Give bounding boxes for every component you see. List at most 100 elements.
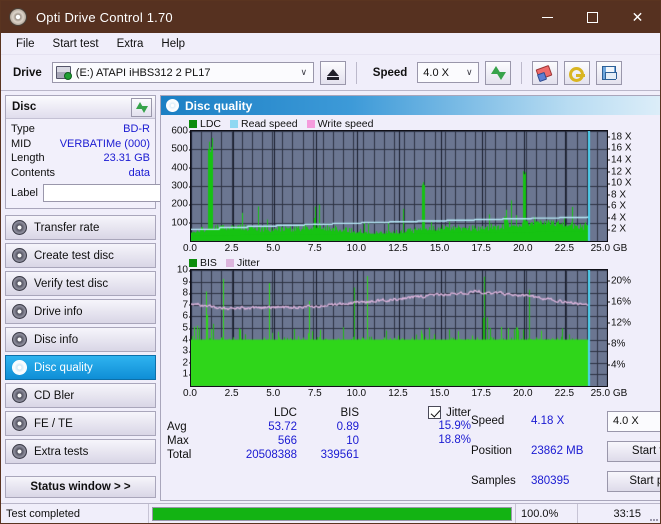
eject-icon xyxy=(326,69,339,80)
legend-item-write-speed: Write speed xyxy=(306,118,374,130)
progress-fill xyxy=(153,507,511,520)
speed-select[interactable]: 4.0 X ∨ xyxy=(417,62,480,83)
drive-label: Drive xyxy=(13,66,42,79)
run-speed-value: 4.0 X xyxy=(613,415,639,427)
bis-y-axis-left: 1 2 3 4 5 6 7 8 9 10 xyxy=(164,265,193,385)
drive-select[interactable]: (E:) ATAPI iHBS312 2 PL17 ∨ xyxy=(51,62,314,83)
disc-driveinfo-icon xyxy=(12,304,27,319)
main-panel: Disc quality LDC Read speed Write speed … xyxy=(159,91,660,501)
x-tick-label: 0.0 xyxy=(183,243,197,254)
sidebar-item-label: Disc info xyxy=(34,333,79,346)
legend-label: Read speed xyxy=(241,117,298,130)
jitter-checkbox[interactable] xyxy=(428,406,442,419)
key-button[interactable] xyxy=(564,60,591,85)
sidebar-item-extra-tests[interactable]: Extra tests xyxy=(5,439,156,464)
speed-select-value: 4.0 X xyxy=(423,66,449,79)
sidebar-item-label: Disc quality xyxy=(34,361,93,374)
status-window-button[interactable]: Status window > > xyxy=(5,476,156,498)
ldc-chart-legend: LDC Read speed Write speed xyxy=(164,117,660,130)
y2-tick-label: 10 X xyxy=(607,177,632,189)
sidebar-item-transfer-rate[interactable]: Transfer rate xyxy=(5,215,156,240)
chevron-down-icon: ∨ xyxy=(466,67,473,77)
stats-avg-jitter: 15.9% xyxy=(438,420,471,432)
disc-fete-icon xyxy=(12,416,27,431)
legend-swatch xyxy=(225,258,234,267)
progress-bar xyxy=(152,506,512,521)
sidebar-item-drive-info[interactable]: Drive info xyxy=(5,299,156,324)
run-controls: Speed 4.18 X 4.0 X ∨ Position 23862 MB S… xyxy=(471,406,660,496)
save-button[interactable] xyxy=(596,60,623,85)
legend-label: LDC xyxy=(200,117,222,130)
sidebar-item-disc-quality[interactable]: Disc quality xyxy=(5,355,156,380)
start-part-button[interactable]: Start part xyxy=(607,470,660,492)
erase-button[interactable] xyxy=(532,60,559,85)
title-bar: Opti Drive Control 1.70 ✕ xyxy=(1,1,660,33)
legend-label: BIS xyxy=(200,256,217,269)
sidebar-item-disc-info[interactable]: Disc info xyxy=(5,327,156,352)
refresh-icon xyxy=(490,65,507,81)
stats-row-key-avg: Avg xyxy=(167,421,187,433)
y-tick-label: 5 xyxy=(182,322,192,334)
disc-properties: Type BD-R MID VERBATIMe (000) Length 23.… xyxy=(6,119,211,208)
bis-y-axis-right: 4% 8% 12% 16% 20% xyxy=(606,269,638,385)
run-speed-select[interactable]: 4.0 X ∨ xyxy=(607,410,660,432)
x-tick-label: 5.0 xyxy=(266,388,281,399)
sidebar-item-label: Drive info xyxy=(34,305,83,318)
disc-value-length: 23.31 GB xyxy=(103,152,150,165)
speed-label: Speed xyxy=(372,66,408,79)
stats-avg-ldc: 53.72 xyxy=(268,421,297,433)
speed-result-label: Speed xyxy=(471,415,505,427)
x-tick-label: 7.5 xyxy=(307,243,322,254)
disc-refresh-button[interactable] xyxy=(131,97,152,117)
chevron-down-icon: ∨ xyxy=(300,67,308,77)
x-tick-label: 15.0 xyxy=(429,388,450,399)
status-message: Test completed xyxy=(1,504,149,523)
resize-grip-icon[interactable] xyxy=(646,504,660,523)
y-tick-label: 1 xyxy=(182,368,192,380)
start-full-button[interactable]: Start full xyxy=(607,440,660,462)
stats-row-key-max: Max xyxy=(167,435,189,447)
disc-label-caption: Label xyxy=(11,187,38,199)
bis-x-axis: 0.0 2.5 5.0 7.5 10.0 12.5 15.0 17.5 20.0 22.5 25.0… xyxy=(183,387,627,401)
sidebar-item-label: FE / TE xyxy=(34,417,73,430)
sidebar-item-verify-test-disc[interactable]: Verify test disc xyxy=(5,271,156,296)
maximize-button[interactable] xyxy=(570,1,615,33)
x-tick-label: 0.0 xyxy=(183,388,197,399)
disc-quality-icon xyxy=(166,99,179,112)
disc-key-type: Type xyxy=(11,123,35,136)
x-tick-label: 2.5 xyxy=(224,388,239,399)
disc-value-mid: VERBATIMe (000) xyxy=(59,137,150,150)
disc-key-mid: MID xyxy=(11,137,32,150)
legend-swatch xyxy=(189,258,197,267)
eject-button[interactable] xyxy=(319,60,346,85)
disc-panel-title: Disc xyxy=(12,101,37,113)
menu-file[interactable]: File xyxy=(9,35,42,53)
menu-extra[interactable]: Extra xyxy=(110,35,151,53)
ldc-plot-area: 100 200 300 400 500 600 2 X4 X6 X8 X 10 X 12 X1… xyxy=(164,126,660,242)
save-icon xyxy=(602,65,618,80)
minimize-icon xyxy=(542,16,553,18)
x-tick-label: 22.5 xyxy=(554,388,575,399)
jitter-label: Jitter xyxy=(446,406,471,419)
legend-label: Jitter xyxy=(236,256,260,269)
close-button[interactable]: ✕ xyxy=(615,1,660,33)
x-tick-label: 17.5 xyxy=(471,388,491,399)
menu-start-test[interactable]: Start test xyxy=(46,35,106,53)
sidebar-item-fe-te[interactable]: FE / TE xyxy=(5,411,156,436)
y-tick-label: 8 xyxy=(182,287,192,299)
menu-help[interactable]: Help xyxy=(154,35,192,53)
sidebar-item-label: CD Bler xyxy=(34,389,75,402)
legend-item-ldc: LDC xyxy=(189,118,221,130)
legend-item-read-speed: Read speed xyxy=(230,118,298,130)
refresh-button[interactable] xyxy=(485,60,512,85)
y-tick-label: 500 xyxy=(171,143,192,155)
stats-max-ldc: 566 xyxy=(277,435,297,447)
minimize-button[interactable] xyxy=(525,1,570,33)
app-window: Opti Drive Control 1.70 ✕ File Start tes… xyxy=(0,0,661,524)
sidebar-item-cd-bler[interactable]: CD Bler xyxy=(5,383,156,408)
disc-value-type: BD-R xyxy=(123,123,150,136)
disc-info-icon xyxy=(12,332,27,347)
sidebar-item-create-test-disc[interactable]: Create test disc xyxy=(5,243,156,268)
refresh-icon xyxy=(135,101,148,114)
menu-bar: File Start test Extra Help xyxy=(1,33,660,55)
